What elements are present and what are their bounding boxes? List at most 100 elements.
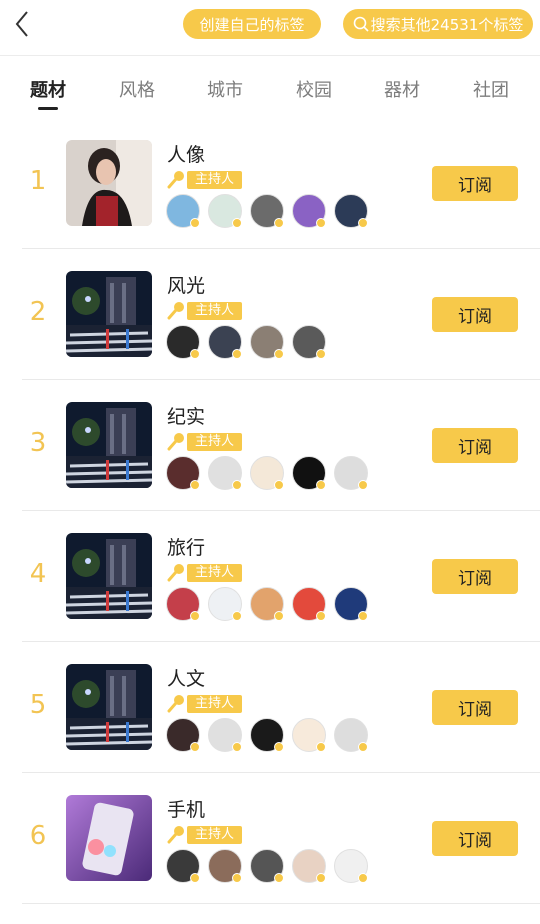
avatar[interactable] — [292, 456, 326, 490]
verified-dot — [274, 742, 284, 752]
tab-campus[interactable]: 校园 — [284, 76, 344, 102]
tag-name[interactable]: 人像 — [167, 140, 205, 167]
verified-dot — [358, 742, 368, 752]
back-button[interactable] — [8, 10, 36, 42]
avatar[interactable] — [250, 718, 284, 752]
category-tabs: 题材 风格 城市 校园 器材 社团 — [0, 70, 540, 110]
avatar[interactable] — [208, 456, 242, 490]
host-badge: 主持人 — [187, 302, 243, 320]
avatar[interactable] — [334, 194, 368, 228]
subscribe-button[interactable]: 订阅 — [432, 166, 518, 201]
microphone-icon — [167, 301, 185, 321]
tag-row[interactable]: 2 风光 主持人 订阅 — [0, 249, 540, 380]
avatar[interactable] — [208, 325, 242, 359]
search-tags-button[interactable]: 搜索其他24531个标签 — [343, 9, 533, 39]
subscribe-button[interactable]: 订阅 — [432, 559, 518, 594]
avatar[interactable] — [292, 587, 326, 621]
rank-number: 5 — [29, 690, 47, 720]
microphone-icon — [167, 825, 185, 845]
avatar[interactable] — [166, 325, 200, 359]
verified-dot — [232, 873, 242, 883]
avatar[interactable] — [250, 587, 284, 621]
tab-style[interactable]: 风格 — [107, 76, 167, 102]
avatar[interactable] — [250, 325, 284, 359]
verified-dot — [190, 349, 200, 359]
avatar[interactable] — [250, 456, 284, 490]
tab-equipment[interactable]: 器材 — [372, 76, 432, 102]
tag-name[interactable]: 旅行 — [167, 533, 205, 560]
tag-name[interactable]: 手机 — [167, 795, 205, 822]
subscribe-button[interactable]: 订阅 — [432, 821, 518, 856]
top-bar: 创建自己的标签 搜索其他24531个标签 — [0, 0, 540, 52]
tag-list: 1 人像 主持人 订阅 2 风光 主持人 订阅 3 纪实 主持人 订阅 4 旅行… — [0, 118, 540, 904]
avatar[interactable] — [292, 325, 326, 359]
avatar[interactable] — [166, 587, 200, 621]
verified-dot — [232, 742, 242, 752]
verified-dot — [190, 611, 200, 621]
tab-city[interactable]: 城市 — [195, 76, 255, 102]
tag-name[interactable]: 人文 — [167, 664, 205, 691]
rank-number: 6 — [29, 821, 47, 851]
avatar[interactable] — [208, 849, 242, 883]
avatar[interactable] — [292, 194, 326, 228]
avatar[interactable] — [334, 587, 368, 621]
avatar[interactable] — [166, 194, 200, 228]
active-tab-indicator — [38, 107, 58, 110]
tag-thumbnail[interactable] — [66, 271, 152, 357]
host-badge: 主持人 — [187, 826, 243, 844]
tag-name[interactable]: 纪实 — [167, 402, 205, 429]
tag-name[interactable]: 风光 — [167, 271, 205, 298]
host-badge: 主持人 — [187, 433, 243, 451]
tag-row[interactable]: 5 人文 主持人 订阅 — [0, 642, 540, 773]
tab-club[interactable]: 社团 — [461, 76, 521, 102]
avatar[interactable] — [292, 718, 326, 752]
verified-dot — [232, 480, 242, 490]
create-tag-label: 创建自己的标签 — [199, 15, 305, 34]
tag-thumbnail[interactable] — [66, 795, 152, 881]
verified-dot — [232, 349, 242, 359]
host-row: 主持人 — [167, 432, 243, 452]
rank-number: 4 — [29, 559, 47, 589]
create-tag-button[interactable]: 创建自己的标签 — [183, 9, 321, 39]
tag-thumbnail[interactable] — [66, 140, 152, 226]
verified-dot — [190, 873, 200, 883]
tag-thumbnail[interactable] — [66, 533, 152, 619]
rank-number: 1 — [29, 166, 47, 196]
verified-dot — [316, 742, 326, 752]
microphone-icon — [167, 432, 185, 452]
host-avatars — [166, 718, 376, 752]
avatar[interactable] — [166, 849, 200, 883]
verified-dot — [316, 218, 326, 228]
chevron-left-icon — [14, 10, 30, 42]
avatar[interactable] — [208, 194, 242, 228]
row-divider — [22, 903, 540, 904]
verified-dot — [190, 480, 200, 490]
tag-row[interactable]: 3 纪实 主持人 订阅 — [0, 380, 540, 511]
avatar[interactable] — [166, 456, 200, 490]
subscribe-button[interactable]: 订阅 — [432, 428, 518, 463]
avatar[interactable] — [208, 587, 242, 621]
tab-subject[interactable]: 题材 — [18, 76, 78, 102]
microphone-icon — [167, 170, 185, 190]
divider — [0, 55, 540, 56]
avatar[interactable] — [166, 718, 200, 752]
avatar[interactable] — [334, 718, 368, 752]
verified-dot — [316, 480, 326, 490]
subscribe-button[interactable]: 订阅 — [432, 297, 518, 332]
subscribe-button[interactable]: 订阅 — [432, 690, 518, 725]
tag-thumbnail[interactable] — [66, 402, 152, 488]
tag-thumbnail[interactable] — [66, 664, 152, 750]
avatar[interactable] — [250, 849, 284, 883]
tag-row[interactable]: 4 旅行 主持人 订阅 — [0, 511, 540, 642]
avatar[interactable] — [292, 849, 326, 883]
verified-dot — [358, 611, 368, 621]
avatar[interactable] — [334, 456, 368, 490]
verified-dot — [232, 611, 242, 621]
tag-row[interactable]: 1 人像 主持人 订阅 — [0, 118, 540, 249]
avatar[interactable] — [334, 849, 368, 883]
avatar[interactable] — [250, 194, 284, 228]
avatar[interactable] — [208, 718, 242, 752]
verified-dot — [274, 218, 284, 228]
host-badge: 主持人 — [187, 171, 243, 189]
tag-row[interactable]: 6 手机 主持人 订阅 — [0, 773, 540, 904]
